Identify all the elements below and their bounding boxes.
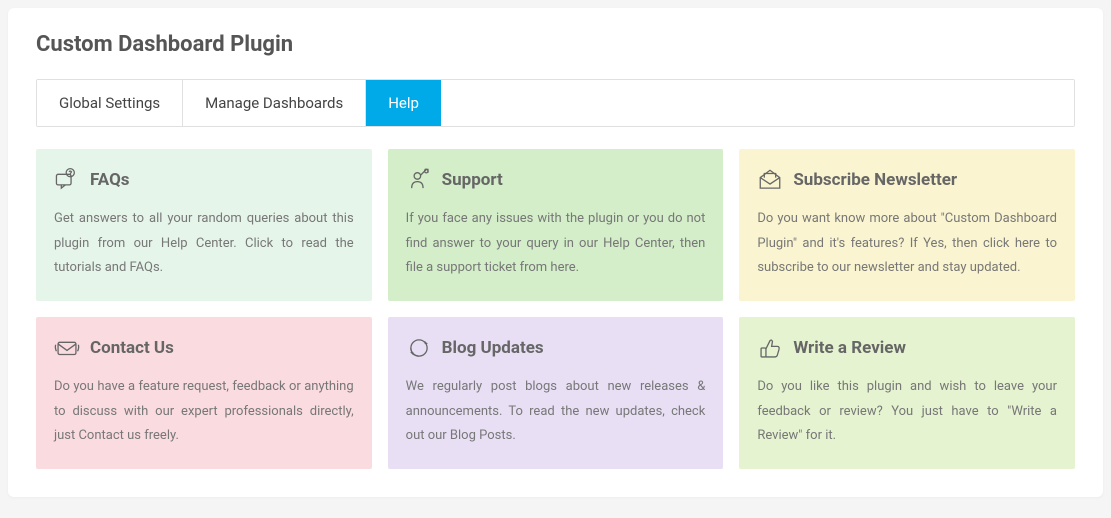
card-header: Contact Us <box>54 335 354 361</box>
support-icon <box>406 167 432 193</box>
tab-help[interactable]: Help <box>366 80 441 126</box>
review-icon <box>757 335 783 361</box>
card-header: Subscribe Newsletter <box>757 167 1057 193</box>
cards-grid: FAQs Get answers to all your random quer… <box>36 149 1075 469</box>
blog-icon <box>406 335 432 361</box>
card-blog[interactable]: Blog Updates We regularly post blogs abo… <box>388 317 724 469</box>
card-contact[interactable]: Contact Us Do you have a feature request… <box>36 317 372 469</box>
card-title: Support <box>442 170 503 190</box>
card-support[interactable]: Support If you face any issues with the … <box>388 149 724 301</box>
card-title: FAQs <box>90 170 130 190</box>
card-title: Write a Review <box>793 338 906 358</box>
card-header: FAQs <box>54 167 354 193</box>
card-body: Do you want know more about "Custom Dash… <box>757 207 1057 281</box>
card-title: Subscribe Newsletter <box>793 170 957 190</box>
card-newsletter[interactable]: Subscribe Newsletter Do you want know mo… <box>739 149 1075 301</box>
card-header: Blog Updates <box>406 335 706 361</box>
main-panel: Custom Dashboard Plugin Global Settings … <box>8 8 1103 497</box>
card-review[interactable]: Write a Review Do you like this plugin a… <box>739 317 1075 469</box>
card-body: Get answers to all your random queries a… <box>54 207 354 281</box>
page-title: Custom Dashboard Plugin <box>36 32 1075 57</box>
card-title: Blog Updates <box>442 338 544 358</box>
card-body: Do you like this plugin and wish to leav… <box>757 375 1057 449</box>
card-header: Write a Review <box>757 335 1057 361</box>
tab-manage-dashboards[interactable]: Manage Dashboards <box>183 80 366 126</box>
card-body: If you face any issues with the plugin o… <box>406 207 706 281</box>
card-body: We regularly post blogs about new releas… <box>406 375 706 449</box>
card-faqs[interactable]: FAQs Get answers to all your random quer… <box>36 149 372 301</box>
tabs-bar: Global Settings Manage Dashboards Help <box>36 79 1075 127</box>
card-body: Do you have a feature request, feedback … <box>54 375 354 449</box>
card-title: Contact Us <box>90 338 174 358</box>
contact-icon <box>54 335 80 361</box>
tab-global-settings[interactable]: Global Settings <box>37 80 183 126</box>
newsletter-icon <box>757 167 783 193</box>
faq-icon <box>54 167 80 193</box>
card-header: Support <box>406 167 706 193</box>
